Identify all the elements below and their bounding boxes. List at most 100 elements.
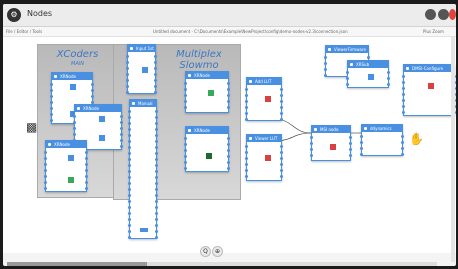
input-port[interactable] — [44, 187, 47, 190]
input-port[interactable] — [310, 148, 313, 151]
input-port[interactable] — [245, 157, 248, 160]
input-port[interactable] — [245, 94, 248, 97]
input-port[interactable] — [184, 94, 187, 97]
input-port[interactable] — [73, 133, 76, 136]
input-port[interactable] — [245, 169, 248, 172]
output-port[interactable] — [387, 77, 390, 80]
input-port[interactable] — [128, 116, 131, 119]
input-port[interactable] — [245, 112, 248, 115]
input-port[interactable] — [184, 149, 187, 152]
output-port[interactable] — [280, 157, 283, 160]
input-port[interactable] — [324, 68, 327, 71]
scrollbar-thumb[interactable] — [7, 262, 147, 266]
output-port[interactable] — [227, 155, 230, 158]
node-add-lut[interactable]: Add LUT — [245, 77, 283, 121]
input-port[interactable] — [310, 154, 313, 157]
node-xrsub[interactable]: XRSub — [346, 60, 390, 88]
input-port[interactable] — [126, 85, 129, 88]
output-port[interactable] — [155, 116, 158, 119]
output-port[interactable] — [155, 224, 158, 227]
output-port[interactable] — [401, 147, 404, 150]
input-port[interactable] — [402, 105, 405, 108]
output-port[interactable] — [280, 112, 283, 115]
output-port[interactable] — [280, 151, 283, 154]
output-port[interactable] — [154, 67, 157, 70]
input-port[interactable] — [126, 73, 129, 76]
output-port[interactable] — [401, 141, 404, 144]
toolbar-zoom[interactable]: Plus Zoom — [423, 29, 444, 34]
input-port[interactable] — [128, 224, 131, 227]
input-port[interactable] — [128, 230, 131, 233]
output-port[interactable] — [120, 145, 123, 148]
input-port[interactable] — [245, 100, 248, 103]
output-port[interactable] — [155, 140, 158, 143]
output-port[interactable] — [85, 187, 88, 190]
output-port[interactable] — [155, 230, 158, 233]
input-port[interactable] — [245, 145, 248, 148]
output-port[interactable] — [401, 135, 404, 138]
input-port[interactable] — [128, 110, 131, 113]
output-port[interactable] — [155, 170, 158, 173]
output-port[interactable] — [155, 212, 158, 215]
input-port[interactable] — [245, 151, 248, 154]
node-dmsi-configure[interactable]: DMSI-Configure — [402, 64, 456, 116]
horizontal-scrollbar[interactable] — [7, 262, 437, 266]
input-port[interactable] — [50, 113, 53, 116]
node-canvas[interactable]: XCoders MAIN Multiplex Slowmo LFT-X XRNo… — [3, 37, 456, 253]
input-port[interactable] — [402, 87, 405, 90]
output-port[interactable] — [280, 163, 283, 166]
output-port[interactable] — [120, 127, 123, 130]
output-port[interactable] — [387, 71, 390, 74]
input-port[interactable] — [346, 83, 349, 86]
output-port[interactable] — [349, 154, 352, 157]
input-port[interactable] — [128, 206, 131, 209]
input-port[interactable] — [73, 115, 76, 118]
input-port[interactable] — [402, 81, 405, 84]
input-port[interactable] — [128, 146, 131, 149]
node-e[interactable]: XRNode — [184, 71, 230, 113]
input-port[interactable] — [128, 134, 131, 137]
output-port[interactable] — [155, 146, 158, 149]
output-port[interactable] — [227, 161, 230, 164]
input-port[interactable] — [402, 99, 405, 102]
output-port[interactable] — [227, 94, 230, 97]
input-port[interactable] — [324, 62, 327, 65]
input-port[interactable] — [128, 128, 131, 131]
input-port[interactable] — [402, 93, 405, 96]
output-port[interactable] — [91, 95, 94, 98]
output-port[interactable] — [227, 149, 230, 152]
output-port[interactable] — [155, 152, 158, 155]
output-port[interactable] — [155, 110, 158, 113]
input-port[interactable] — [184, 143, 187, 146]
output-port[interactable] — [280, 145, 283, 148]
input-port[interactable] — [310, 142, 313, 145]
input-port[interactable] — [126, 61, 129, 64]
input-port[interactable] — [360, 135, 363, 138]
input-port[interactable] — [44, 157, 47, 160]
input-port[interactable] — [128, 158, 131, 161]
output-port[interactable] — [227, 100, 230, 103]
input-port[interactable] — [50, 107, 53, 110]
output-port[interactable] — [280, 118, 283, 121]
input-port[interactable] — [360, 153, 363, 156]
input-port[interactable] — [184, 82, 187, 85]
output-port[interactable] — [155, 200, 158, 203]
output-port[interactable] — [349, 142, 352, 145]
output-port[interactable] — [227, 88, 230, 91]
output-port[interactable] — [367, 56, 370, 59]
input-port[interactable] — [44, 181, 47, 184]
input-port[interactable] — [245, 118, 248, 121]
output-port[interactable] — [154, 61, 157, 64]
output-port[interactable] — [91, 89, 94, 92]
input-port[interactable] — [128, 194, 131, 197]
node-manual-ptz[interactable]: Manual PTZ — [128, 99, 158, 239]
input-port[interactable] — [126, 67, 129, 70]
input-port[interactable] — [50, 101, 53, 104]
input-port[interactable] — [346, 77, 349, 80]
minimize-button[interactable] — [425, 9, 436, 20]
output-port[interactable] — [387, 83, 390, 86]
input-port[interactable] — [128, 200, 131, 203]
input-port[interactable] — [128, 122, 131, 125]
input-port[interactable] — [402, 111, 405, 114]
output-port[interactable] — [280, 88, 283, 91]
